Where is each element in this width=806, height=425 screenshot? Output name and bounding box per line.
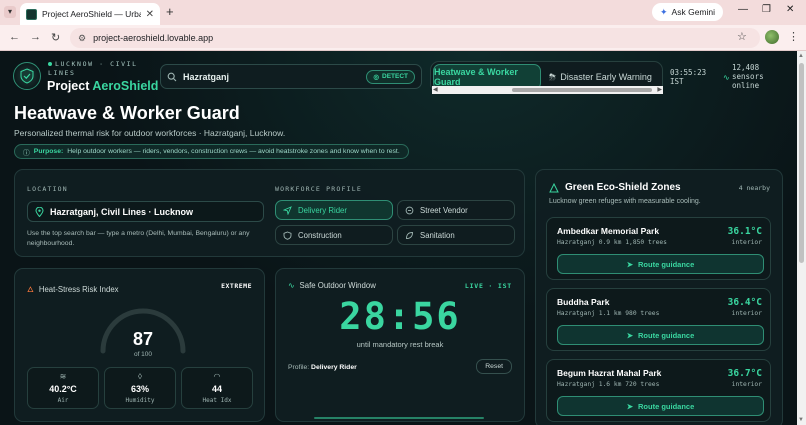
- risk-score: 87: [132, 329, 154, 349]
- navigation-arrow-icon: ➤: [626, 330, 634, 340]
- menu-kebab-icon[interactable]: ⋮: [788, 30, 799, 43]
- bookmark-star-icon[interactable]: ☆: [737, 30, 747, 43]
- app-page: LUCKNOW · CIVIL LINES Project AeroShield…: [0, 51, 797, 425]
- location-help: Use the top search bar — type a metro (D…: [27, 230, 250, 247]
- brand-name: Project AeroShield: [47, 79, 159, 93]
- safe-window-title: ∿ Safe Outdoor Window: [288, 281, 376, 290]
- route-guidance-button[interactable]: ➤ Route guidance: [557, 325, 764, 345]
- eco-subtitle: Lucknow green refuges with measurable co…: [549, 198, 701, 205]
- url-text: project-aeroshield.lovable.app: [93, 33, 214, 43]
- live-clock: 03:55:23 IST: [670, 68, 707, 86]
- site-info-icon[interactable]: ⚙: [78, 33, 86, 44]
- tab-search-icon[interactable]: ▾: [4, 6, 16, 18]
- page-scrollbar[interactable]: ▲ ▼: [797, 51, 806, 425]
- risk-level-badge: EXTREME: [221, 282, 252, 290]
- ask-gemini-button[interactable]: ✦ Ask Gemini: [652, 3, 724, 21]
- sensor-status: ∿ 12,408 sensors online: [723, 63, 764, 90]
- window-progress-bar: [314, 417, 484, 419]
- storm-icon: ⛈: [549, 71, 557, 82]
- search-icon: [167, 72, 177, 81]
- scroll-right-icon[interactable]: ▶: [657, 86, 662, 93]
- eco-count: 4 nearby: [738, 184, 770, 192]
- leaf-icon: [406, 231, 413, 239]
- heat-stress-title: 🜂 Heat-Stress Risk Index: [27, 281, 119, 297]
- gemini-sparkle-icon: ✦: [660, 6, 668, 17]
- detect-location-button[interactable]: ◎ DETECT: [366, 69, 415, 84]
- park-card: Ambedkar Memorial Park Hazratganj 0.9 km…: [546, 217, 771, 280]
- url-field[interactable]: ⚙ project-aeroshield.lovable.app: [70, 28, 760, 48]
- purpose-banner: ⓘ Purpose: Help outdoor workers — riders…: [14, 144, 409, 159]
- brand-location: LUCKNOW · CIVIL LINES: [48, 60, 138, 77]
- scroll-up-icon[interactable]: ▲: [798, 53, 804, 59]
- metric-heat-index: ◠ 44 Heat Idx: [181, 367, 253, 409]
- live-dot-icon: [48, 62, 52, 66]
- eco-title: Green Eco-Shield Zones: [549, 182, 681, 193]
- tag-icon: [405, 206, 414, 214]
- browser-tab-bar: ▾ Project AeroShield — Urban Cli ✕ + ✦ A…: [0, 0, 806, 25]
- reset-button[interactable]: Reset: [476, 359, 512, 374]
- map-pin-icon: [35, 206, 44, 217]
- live-ist-badge: LIVE · IST: [464, 282, 512, 290]
- navigation-arrow-icon: ➤: [626, 401, 634, 411]
- scroll-left-icon[interactable]: ◀: [433, 86, 438, 93]
- route-guidance-button[interactable]: ➤ Route guidance: [557, 254, 764, 274]
- active-profile: Profile: Delivery Rider: [288, 364, 357, 371]
- aeroshield-logo: [13, 62, 41, 90]
- info-icon: ⓘ: [23, 149, 30, 157]
- gauge-icon: ◠: [213, 372, 221, 381]
- countdown-caption: until mandatory rest break: [356, 340, 444, 349]
- navigation-arrow-icon: ➤: [626, 259, 634, 269]
- heat-stress-card: 🜂 Heat-Stress Risk Index EXTREME 87 of 1…: [14, 268, 265, 422]
- role-sanitation[interactable]: Sanitation: [397, 225, 515, 245]
- activity-icon: ∿: [288, 281, 295, 290]
- shield-icon: [20, 68, 34, 84]
- role-construction[interactable]: Construction: [275, 225, 393, 245]
- search-input[interactable]: Hazratganj: [183, 72, 360, 82]
- flame-icon: 🜂: [27, 285, 34, 294]
- address-bar: ← → ↻ ⚙ project-aeroshield.lovable.app ☆…: [0, 25, 806, 51]
- wind-icon: ≋: [59, 372, 67, 381]
- restore-icon[interactable]: ❐: [762, 4, 771, 15]
- park-card: Begum Hazrat Mahal Park Hazratganj 1.6 k…: [546, 359, 771, 422]
- browser-tab[interactable]: Project AeroShield — Urban Cli ✕: [20, 3, 160, 25]
- profile-avatar[interactable]: [765, 30, 779, 44]
- route-guidance-button[interactable]: ➤ Route guidance: [557, 396, 764, 416]
- safe-window-card: ∿ Safe Outdoor Window LIVE · IST 28:56 u…: [275, 268, 525, 422]
- tabs-horizontal-scrollbar[interactable]: ◀ ▶: [432, 86, 663, 94]
- park-card: Buddha Park Hazratganj 1.1 km 980 trees …: [546, 288, 771, 351]
- page-scroll-thumb[interactable]: [799, 63, 804, 263]
- scroll-thumb[interactable]: [512, 88, 652, 92]
- role-delivery-rider[interactable]: Delivery Rider: [275, 200, 393, 220]
- triangle-tree-icon: [549, 182, 559, 192]
- search-bar[interactable]: Hazratganj ◎ DETECT: [160, 64, 422, 89]
- risk-score-max: of 100: [133, 351, 153, 358]
- countdown-timer: 28:56: [339, 295, 461, 338]
- minimize-icon[interactable]: —: [738, 4, 748, 15]
- reload-icon[interactable]: ↻: [51, 31, 60, 44]
- tab-title: Project AeroShield — Urban Cli: [42, 9, 141, 19]
- pulse-icon: ∿: [723, 73, 730, 82]
- target-icon: ◎: [373, 73, 379, 81]
- forward-icon[interactable]: →: [30, 31, 41, 43]
- metric-humidity: ◊ 63% Humidity: [104, 367, 176, 409]
- navigation-arrow-icon: [283, 205, 292, 215]
- ask-gemini-label: Ask Gemini: [671, 7, 716, 17]
- close-tab-icon[interactable]: ✕: [146, 9, 154, 20]
- scroll-down-icon[interactable]: ▼: [798, 417, 804, 423]
- role-street-vendor[interactable]: Street Vendor: [397, 200, 515, 220]
- new-tab-button[interactable]: +: [166, 4, 174, 19]
- location-field[interactable]: Hazratganj, Civil Lines · Lucknow: [27, 201, 264, 222]
- page-title: Heatwave & Worker Guard: [14, 103, 240, 123]
- metric-air: ≋ 40.2°C Air: [27, 367, 99, 409]
- workforce-label: WORKFORCE PROFILE: [275, 185, 362, 193]
- location-label: LOCATION: [27, 185, 68, 193]
- page-subtitle: Personalized thermal risk for outdoor wo…: [14, 128, 286, 138]
- back-icon[interactable]: ←: [9, 31, 20, 43]
- hardhat-shield-icon: [283, 231, 292, 240]
- favicon-icon: [26, 8, 37, 20]
- eco-shield-card: Green Eco-Shield Zones 4 nearby Lucknow …: [535, 169, 783, 425]
- droplet-icon: ◊: [138, 372, 142, 381]
- close-window-icon[interactable]: ✕: [786, 4, 794, 15]
